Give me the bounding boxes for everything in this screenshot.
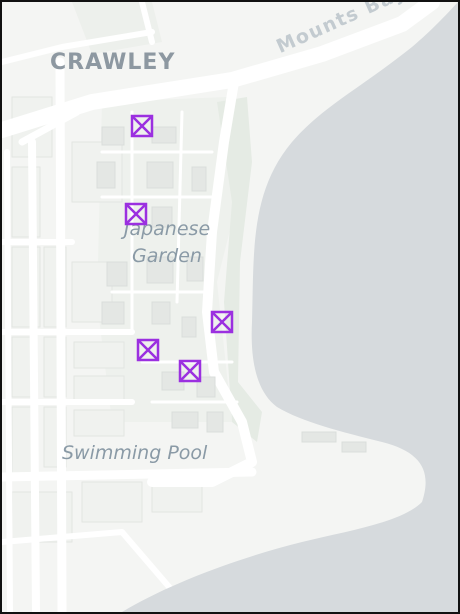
japanese-garden-label: Japanese Garden [102, 216, 232, 270]
marker-4[interactable] [136, 338, 160, 362]
marker-5[interactable] [178, 359, 202, 383]
swimming-pool-label: Swimming Pool [62, 442, 208, 464]
marker-1[interactable] [130, 114, 154, 138]
map-frame[interactable]: CRAWLEY Mounts Bay Japanese Garden Swimm… [0, 0, 460, 614]
road-west-1 [55, 57, 67, 612]
japanese-garden-label-line1: Japanese [123, 218, 211, 240]
japanese-garden-label-line2: Garden [132, 245, 202, 267]
suburb-label: CRAWLEY [50, 50, 176, 75]
marker-3[interactable] [210, 310, 234, 334]
basemap[interactable] [2, 2, 458, 612]
marker-2[interactable] [124, 202, 148, 226]
road-cross-4 [2, 467, 257, 482]
